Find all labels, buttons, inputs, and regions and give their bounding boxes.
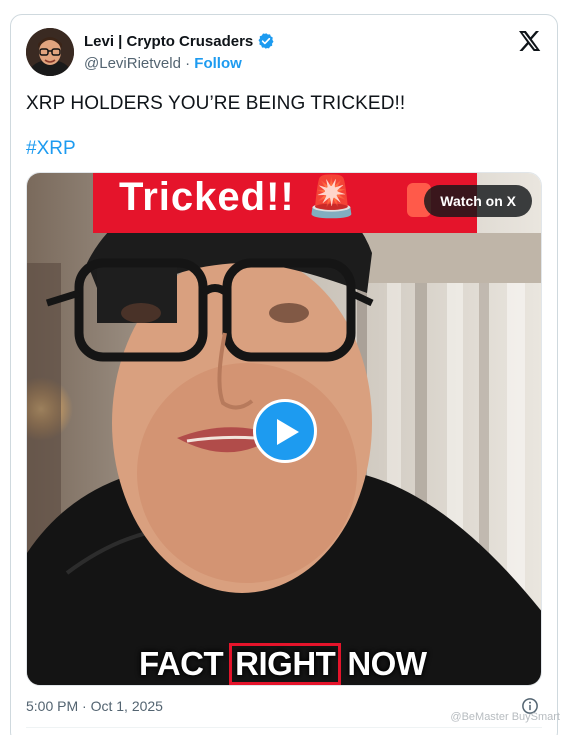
video-media[interactable]: Tricked!! 🚨 Watch on X FACT RIGHT NOW — [26, 172, 542, 686]
watermark: @BeMaster BuySmart — [450, 711, 560, 723]
video-banner-text: Tricked!! 🚨 — [119, 175, 358, 219]
follow-button[interactable]: Follow — [194, 55, 242, 72]
verified-badge-icon — [257, 32, 275, 50]
footer-divider — [26, 727, 542, 728]
tweet-card: Levi | Crypto Crusaders @LeviRietveld · … — [10, 14, 558, 735]
author-handle[interactable]: @LeviRietveld — [84, 55, 181, 72]
avatar[interactable] — [26, 28, 74, 76]
caption-word-1: FACT — [139, 645, 224, 682]
handle-row: @LeviRietveld · Follow — [84, 55, 242, 72]
hashtag-link[interactable]: #XRP — [26, 138, 76, 160]
x-logo-icon[interactable] — [517, 29, 541, 53]
tweet-text: XRP HOLDERS YOU’RE BEING TRICKED!! — [26, 93, 406, 114]
caption-word-3: NOW — [347, 645, 427, 682]
handle-separator: · — [180, 55, 195, 72]
display-name[interactable]: Levi | Crypto Crusaders — [84, 33, 253, 50]
caption-highlight: RIGHT — [229, 643, 342, 685]
play-button[interactable] — [253, 399, 317, 463]
author-name-row[interactable]: Levi | Crypto Crusaders — [84, 32, 275, 50]
watch-on-x-button[interactable]: Watch on X — [424, 185, 532, 217]
video-caption: FACT RIGHT NOW — [139, 643, 427, 685]
play-icon — [277, 419, 299, 445]
tweet-timestamp[interactable]: 5:00 PM · Oct 1, 2025 — [26, 698, 163, 714]
